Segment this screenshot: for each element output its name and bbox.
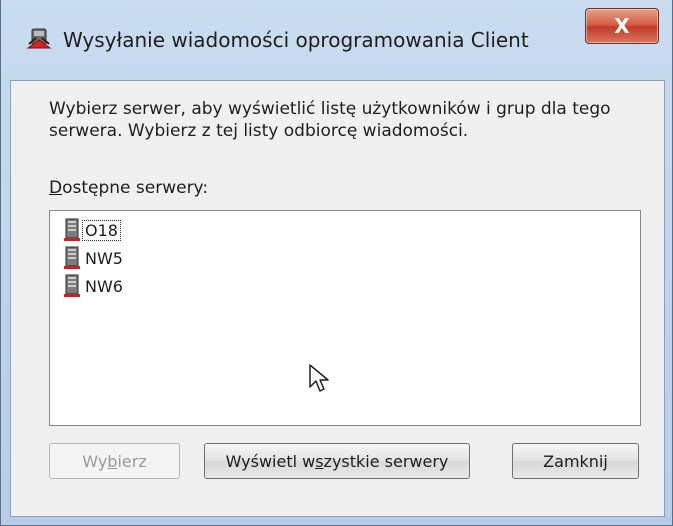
server-name: NW5 [85, 248, 123, 268]
dialog-title: Wysyłanie wiadomości oprogramowania Clie… [63, 28, 529, 52]
server-icon [64, 274, 80, 297]
server-icon [64, 218, 80, 241]
server-icon [64, 246, 80, 269]
mouse-pointer-icon [309, 364, 329, 392]
instructions-text: Wybierz serwer, aby wyświetlić listę uży… [49, 99, 611, 141]
close-window-button[interactable]: X [585, 8, 659, 44]
available-servers-label: Dostępne serwery: [49, 178, 209, 198]
server-name: O18 [82, 219, 121, 241]
network-message-icon [26, 28, 52, 49]
dialog-content: Wybierz serwer, aby wyświetlić listę uży… [10, 80, 665, 517]
close-button[interactable]: Zamknij [512, 443, 639, 479]
servers-listbox[interactable]: O18 NW5 NW6 [49, 210, 641, 426]
server-name: NW6 [85, 276, 123, 296]
server-item-nw6[interactable]: NW6 [64, 273, 125, 299]
server-item-o18[interactable]: O18 [64, 217, 121, 243]
dialog-window: Wysyłanie wiadomości oprogramowania Clie… [0, 0, 673, 526]
show-all-servers-button[interactable]: Wyświetl w s zystkie serwery [204, 443, 470, 479]
server-item-nw5[interactable]: NW5 [64, 245, 125, 271]
close-icon: X [614, 14, 630, 38]
title-bar[interactable]: Wysyłanie wiadomości oprogramowania Clie… [1, 0, 673, 80]
select-button[interactable]: Wy b ierz [49, 443, 180, 479]
